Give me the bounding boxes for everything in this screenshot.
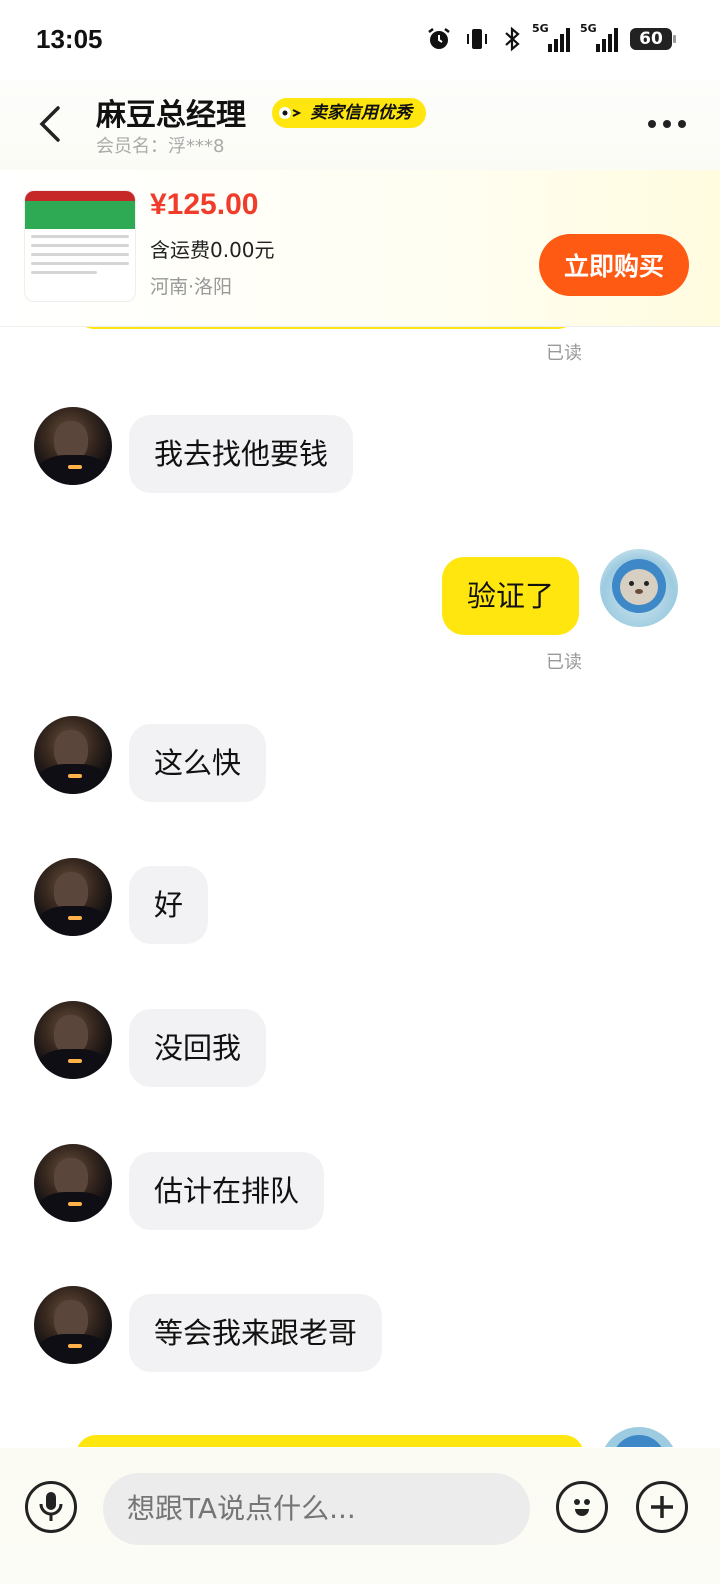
message-input[interactable]: [103, 1473, 530, 1545]
product-price: ¥125.00: [150, 188, 259, 221]
message-bubble-incoming[interactable]: 这么快: [129, 724, 267, 802]
seller-avatar[interactable]: [34, 1286, 112, 1364]
message-bubble-incoming[interactable]: 估计在排队: [129, 1152, 325, 1230]
vibrate-icon: [467, 29, 487, 49]
alarm-icon: [428, 28, 450, 49]
seller-avatar[interactable]: [34, 716, 112, 794]
message-bubble-incoming[interactable]: 好: [129, 866, 209, 944]
battery-indicator: 60: [630, 28, 676, 50]
credit-badge-label: 卖家信用优秀: [310, 103, 412, 123]
member-name: 会员名：浮***8: [96, 136, 225, 157]
message-bubble-outgoing[interactable]: 验证了: [442, 557, 580, 635]
status-icons: 5G 5G 60: [426, 22, 676, 52]
product-location: 河南·洛阳: [150, 276, 233, 298]
seller-avatar[interactable]: [34, 1144, 112, 1222]
microphone-icon[interactable]: [25, 1481, 77, 1533]
message-bubble-incoming[interactable]: 等会我来跟老哥: [129, 1294, 383, 1372]
message-bubble-partial: [76, 1435, 584, 1447]
signal-icon-1: 5G: [532, 22, 570, 52]
my-avatar-partial: [600, 1427, 678, 1447]
credit-badge: 卖家信用优秀: [272, 98, 426, 128]
seller-avatar[interactable]: [34, 407, 112, 485]
status-bar: 13:05 5G 5G 60: [0, 0, 720, 80]
bluetooth-icon: [505, 26, 520, 52]
status-time: 13:05: [36, 24, 103, 54]
message-bubble-incoming[interactable]: 没回我: [129, 1009, 267, 1087]
message-bubble-partial: [76, 327, 576, 329]
product-thumbnail[interactable]: [24, 190, 136, 302]
chat-header: 麻豆总经理 卖家信用优秀 会员名：浮***8: [0, 80, 720, 170]
back-icon[interactable]: [34, 104, 64, 144]
seller-avatar[interactable]: [34, 858, 112, 936]
message-bubble-incoming[interactable]: 我去找他要钱: [129, 415, 354, 493]
my-avatar[interactable]: [600, 549, 678, 627]
read-receipt: 已读: [546, 343, 582, 364]
mascot-eyes-icon: [279, 107, 302, 119]
product-card[interactable]: ¥125.00 含运费0.00元 河南·洛阳 立即购买: [0, 170, 720, 327]
buy-now-button[interactable]: 立即购买: [539, 234, 689, 296]
input-bar: [0, 1448, 720, 1584]
seller-name: 麻豆总经理: [96, 98, 246, 133]
product-shipping: 含运费0.00元: [150, 238, 275, 262]
read-receipt: 已读: [546, 652, 582, 673]
seller-avatar[interactable]: [34, 1001, 112, 1079]
message-list[interactable]: 已读 我去找他要钱 验证了 已读 这么快 好 没回我 估计在排队 等会我来跟老哥: [0, 327, 720, 1447]
plus-icon[interactable]: [636, 1481, 688, 1533]
signal-icon-2: 5G: [580, 22, 618, 52]
emoji-icon[interactable]: [556, 1481, 608, 1533]
more-icon[interactable]: [648, 120, 686, 128]
